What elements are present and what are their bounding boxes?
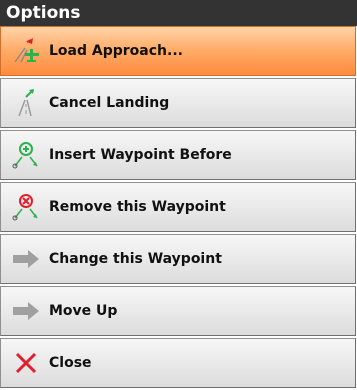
remove-waypoint-label: Remove this Waypoint bbox=[49, 199, 226, 215]
move-up-button[interactable]: Move Up bbox=[0, 286, 356, 336]
arrow-right-icon bbox=[11, 244, 41, 274]
close-button[interactable]: Close bbox=[0, 338, 356, 388]
dialog-title: Options bbox=[0, 0, 357, 26]
cancel-landing-button[interactable]: Cancel Landing bbox=[0, 78, 356, 128]
move-up-label: Move Up bbox=[49, 303, 118, 319]
load-approach-button[interactable]: Load Approach... bbox=[0, 26, 356, 76]
cancel-landing-label: Cancel Landing bbox=[49, 95, 170, 111]
load-approach-label: Load Approach... bbox=[49, 43, 183, 59]
remove-waypoint-button[interactable]: Remove this Waypoint bbox=[0, 182, 356, 232]
close-label: Close bbox=[49, 355, 92, 371]
remove-waypoint-icon bbox=[11, 192, 41, 222]
options-dialog: Options Load Approach... Cancel Landing … bbox=[0, 0, 357, 388]
change-waypoint-label: Change this Waypoint bbox=[49, 251, 222, 267]
insert-waypoint-icon bbox=[11, 140, 41, 170]
close-icon bbox=[11, 348, 41, 378]
approach-plane-icon bbox=[11, 36, 41, 66]
change-waypoint-button[interactable]: Change this Waypoint bbox=[0, 234, 356, 284]
arrow-right-icon bbox=[11, 296, 41, 326]
insert-waypoint-button[interactable]: Insert Waypoint Before bbox=[0, 130, 356, 180]
options-menu: Load Approach... Cancel Landing Insert W… bbox=[0, 26, 357, 390]
runway-icon bbox=[11, 88, 41, 118]
insert-waypoint-label: Insert Waypoint Before bbox=[49, 147, 232, 163]
